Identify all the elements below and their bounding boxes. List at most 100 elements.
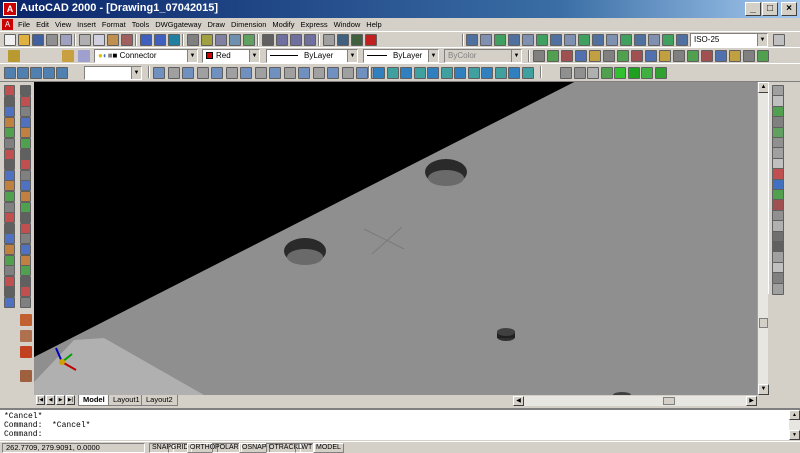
- menu-insert[interactable]: Insert: [74, 18, 99, 31]
- save-icon[interactable]: [32, 34, 44, 46]
- modify2-tool-17-icon[interactable]: [757, 50, 769, 62]
- modify2-tool-14-icon[interactable]: [715, 50, 727, 62]
- modify2-tool-12-icon[interactable]: [687, 50, 699, 62]
- command-scrollbar[interactable]: ▲ ▼: [789, 410, 800, 440]
- layer-dropdown[interactable]: ●◐■■ Connector ▼: [94, 49, 198, 63]
- construction-line-icon[interactable]: [4, 95, 15, 107]
- pan-icon[interactable]: [262, 34, 274, 46]
- redo-icon[interactable]: [154, 34, 166, 46]
- 3d-view-4-icon[interactable]: [413, 67, 426, 79]
- shade-mode-8-icon[interactable]: [654, 67, 667, 79]
- hatch-icon[interactable]: [20, 346, 32, 358]
- solids-tool-20-icon[interactable]: [772, 282, 784, 295]
- right-view-icon[interactable]: [56, 67, 68, 79]
- coordinate-readout[interactable]: 262.7709, 279.9091, 0.0000: [2, 443, 145, 453]
- menu-view[interactable]: View: [52, 18, 74, 31]
- prev-tab-icon[interactable]: ◀: [46, 395, 55, 405]
- layers-icon[interactable]: [62, 50, 74, 62]
- hyperlink-icon[interactable]: [168, 34, 180, 46]
- rotate-icon[interactable]: [20, 116, 31, 128]
- stretch-icon[interactable]: [20, 138, 31, 149]
- hidden-icon[interactable]: [182, 67, 194, 79]
- circle-icon[interactable]: [4, 148, 15, 160]
- bottom-view-icon[interactable]: [30, 67, 42, 79]
- menu-dimension[interactable]: Dimension: [228, 18, 269, 31]
- 3d-wireframe-icon[interactable]: [167, 67, 180, 79]
- line-icon[interactable]: [4, 85, 15, 96]
- circle-tool-icon[interactable]: [269, 67, 281, 79]
- dimension-tool-5-icon[interactable]: [522, 34, 534, 46]
- insert-block-icon[interactable]: [4, 201, 15, 213]
- last-tab-icon[interactable]: ▶|: [66, 395, 75, 405]
- shade-mode-7-icon[interactable]: [641, 67, 653, 79]
- shade-mode-4-icon[interactable]: [600, 67, 613, 79]
- menu-draw[interactable]: Draw: [204, 18, 228, 31]
- lengthen-icon[interactable]: [20, 233, 31, 245]
- ucs-dropdown[interactable]: ▼: [84, 66, 142, 80]
- dimension-tool-2-icon[interactable]: [480, 34, 492, 46]
- tracking-icon[interactable]: [187, 34, 199, 46]
- modify2-tool-9-icon[interactable]: [645, 50, 657, 62]
- move-icon[interactable]: [20, 106, 31, 118]
- text-icon[interactable]: [20, 212, 31, 224]
- modify2-tool-4-icon[interactable]: [575, 50, 587, 62]
- gouraud-icon[interactable]: [211, 67, 223, 79]
- scroll-down-icon[interactable]: ▼: [789, 430, 800, 440]
- ellipse-arc-icon[interactable]: [4, 191, 15, 202]
- 2d-wireframe-icon[interactable]: [153, 67, 165, 79]
- tab-layout1[interactable]: Layout1: [108, 395, 145, 406]
- menu-edit[interactable]: Edit: [33, 18, 52, 31]
- dbconnect-icon[interactable]: [351, 34, 363, 46]
- dimension-tool-12-icon[interactable]: [620, 34, 632, 46]
- dimension-update-icon[interactable]: [773, 34, 785, 46]
- top-view-icon[interactable]: [17, 67, 29, 79]
- open-icon[interactable]: [18, 34, 30, 46]
- modify2-tool-7-icon[interactable]: [617, 50, 629, 62]
- dimension-tool-16-icon[interactable]: [676, 34, 688, 46]
- trim-icon[interactable]: [20, 148, 31, 160]
- donut-icon[interactable]: [341, 67, 354, 79]
- modify2-tool-15-icon[interactable]: [729, 50, 741, 62]
- flat-edges-icon[interactable]: [225, 67, 238, 79]
- modify2-tool-2-icon[interactable]: [547, 50, 559, 62]
- zoom-prev-icon[interactable]: [304, 34, 316, 46]
- menu-dwggateway[interactable]: DWGgateway: [152, 18, 204, 31]
- menu-format[interactable]: Format: [99, 18, 129, 31]
- dimension-tool-3-icon[interactable]: [494, 34, 506, 46]
- scroll-down-icon[interactable]: ▼: [758, 384, 769, 395]
- dimension-tool-7-icon[interactable]: [550, 34, 562, 46]
- arc-icon[interactable]: [4, 138, 15, 149]
- modify2-tool-6-icon[interactable]: [603, 50, 615, 62]
- command-prompt[interactable]: Command:: [4, 430, 42, 439]
- 3d-view-7-icon[interactable]: [454, 67, 466, 79]
- insert-icon[interactable]: [20, 222, 31, 234]
- solid-icon[interactable]: [20, 370, 32, 382]
- shade-mode-5-icon[interactable]: [614, 67, 626, 79]
- modify2-tool-8-icon[interactable]: [631, 50, 643, 62]
- table-icon[interactable]: [4, 254, 15, 266]
- menu-help[interactable]: Help: [363, 18, 384, 31]
- dimension-tool-8-icon[interactable]: [564, 34, 576, 46]
- flat-shaded-icon[interactable]: [196, 67, 209, 79]
- 3d-view-9-icon[interactable]: [481, 67, 493, 79]
- ellipse-tool-icon[interactable]: [283, 67, 296, 79]
- copy-icon[interactable]: [93, 34, 105, 46]
- 3d-view-11-icon[interactable]: [508, 67, 520, 79]
- modify2-tool-1-icon[interactable]: [533, 50, 545, 62]
- menu-express[interactable]: Express: [298, 18, 331, 31]
- dimension-tool-13-icon[interactable]: [634, 34, 646, 46]
- scroll-left-icon[interactable]: ◀: [513, 396, 524, 406]
- modify2-tool-3-icon[interactable]: [561, 50, 573, 62]
- polyline-icon[interactable]: [4, 106, 15, 118]
- revision-cloud-icon[interactable]: [4, 159, 15, 171]
- layer-previous-icon[interactable]: [78, 50, 90, 62]
- hatch-icon[interactable]: [4, 233, 15, 245]
- horizontal-scrollbar[interactable]: ◀ ▶: [513, 396, 757, 406]
- fillet-icon[interactable]: [20, 191, 31, 202]
- layer-tool-icon[interactable]: [20, 297, 31, 308]
- shade-mode-2-icon[interactable]: [573, 67, 586, 79]
- snap-from-icon[interactable]: [201, 34, 213, 46]
- zoom-window-icon[interactable]: [290, 34, 302, 46]
- region-icon[interactable]: [4, 244, 15, 255]
- dimension-tool-6-icon[interactable]: [536, 34, 548, 46]
